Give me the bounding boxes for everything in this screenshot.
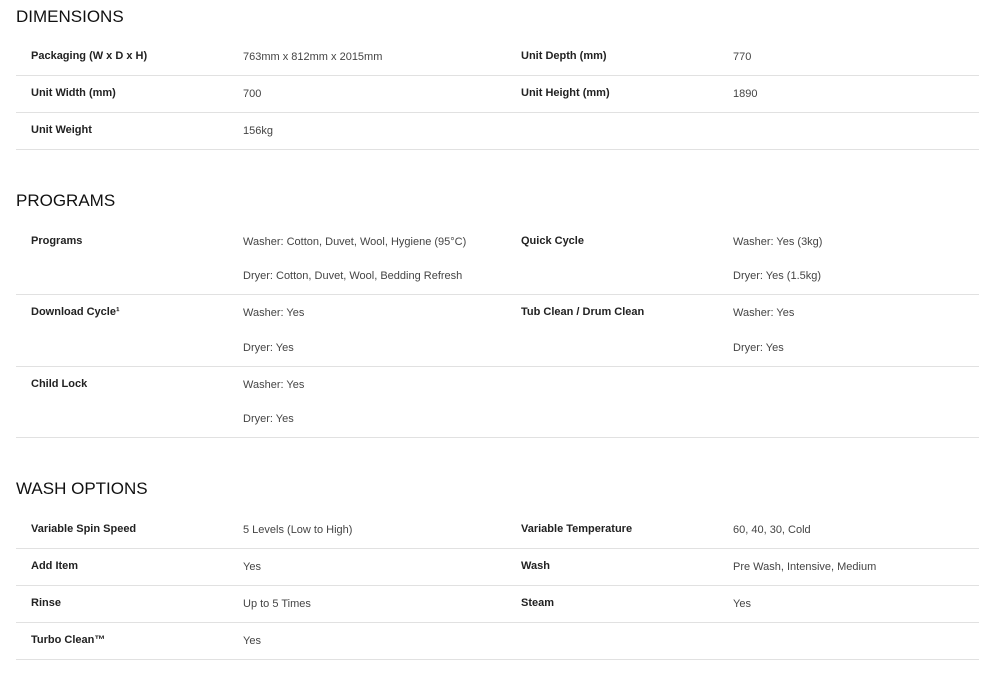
spec-value: Dryer: Yes (733, 342, 784, 354)
spec-label: Wash (521, 560, 550, 572)
spec-label: Download Cycle¹ (31, 306, 120, 318)
spec-label: Packaging (W x D x H) (31, 50, 148, 62)
spec-value: Washer: Yes (243, 379, 305, 391)
spec-value: 763mm x 812mm x 2015mm (243, 51, 383, 63)
spec-value: Yes (243, 561, 261, 573)
spec-row: Child Lock Washer: Yes Dryer: Yes (16, 367, 979, 438)
spec-value: 770 (733, 51, 752, 63)
spec-value: Yes (243, 635, 261, 647)
spec-value: Washer: Yes (733, 307, 795, 319)
spec-row: Packaging (W x D x H) 763mm x 812mm x 20… (16, 38, 979, 76)
spec-value: 156kg (243, 125, 273, 137)
spec-value: Yes (733, 598, 751, 610)
spec-row: Unit Weight 156kg (16, 113, 979, 150)
spec-label: Add Item (31, 560, 79, 572)
spec-label: Tub Clean / Drum Clean (521, 306, 645, 318)
spec-row: Programs Washer: Cotton, Duvet, Wool, Hy… (16, 222, 979, 295)
spec-row: Variable Spin Speed 5 Levels (Low to Hig… (16, 511, 979, 549)
spec-label: Quick Cycle (521, 235, 584, 247)
spec-value: Dryer: Yes (1.5kg) (733, 270, 822, 282)
spec-label: Steam (521, 597, 555, 609)
spec-label: Turbo Clean™ (31, 634, 106, 646)
section-title-dimensions: DIMENSIONS (16, 7, 124, 26)
spec-value: Dryer: Yes (243, 413, 294, 425)
spec-value: Washer: Cotton, Duvet, Wool, Hygiene (95… (243, 236, 467, 248)
spec-label: Unit Height (mm) (521, 87, 610, 99)
spec-label: Variable Temperature (521, 523, 633, 535)
spec-label: Unit Width (mm) (31, 87, 116, 99)
spec-value: Dryer: Cotton, Duvet, Wool, Bedding Refr… (243, 270, 463, 282)
spec-label: Unit Depth (mm) (521, 50, 607, 62)
spec-value: Pre Wash, Intensive, Medium (733, 561, 877, 573)
spec-value: 60, 40, 30, Cold (733, 524, 811, 536)
spec-label: Variable Spin Speed (31, 523, 137, 535)
spec-value: Washer: Yes (3kg) (733, 236, 823, 248)
spec-label: Programs (31, 235, 83, 247)
spec-value: Up to 5 Times (243, 598, 311, 610)
spec-label: Child Lock (31, 378, 88, 390)
spec-value: Dryer: Yes (243, 342, 294, 354)
spec-value: 700 (243, 88, 262, 100)
spec-row: Add Item Yes Wash Pre Wash, Intensive, M… (16, 549, 979, 586)
spec-row: Download Cycle¹ Washer: Yes Dryer: Yes T… (16, 295, 979, 367)
spec-value: 5 Levels (Low to High) (243, 524, 353, 536)
spec-label: Rinse (31, 597, 61, 609)
spec-row: Unit Width (mm) 700 Unit Height (mm) 189… (16, 76, 979, 113)
spec-value: 1890 (733, 88, 758, 100)
spec-label: Unit Weight (31, 124, 92, 136)
spec-row: Turbo Clean™ Yes (16, 623, 979, 660)
section-title-programs: PROGRAMS (16, 191, 116, 210)
section-title-wash-options: WASH OPTIONS (16, 479, 148, 498)
spec-value: Washer: Yes (243, 307, 305, 319)
spec-row: Rinse Up to 5 Times Steam Yes (16, 586, 979, 623)
